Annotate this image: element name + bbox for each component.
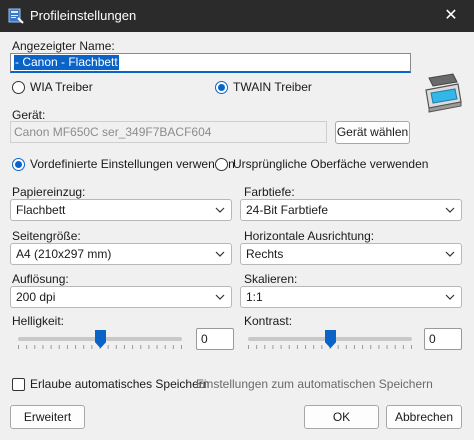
brightness-value-input[interactable]: 0 xyxy=(196,328,234,350)
scanner-icon xyxy=(425,73,462,113)
name-label: Angezeigter Name: xyxy=(12,39,115,53)
close-button[interactable]: ✕ xyxy=(428,0,474,32)
color-depth-value: 24-Bit Farbtiefe xyxy=(246,203,329,217)
scale-select[interactable]: 1:1 xyxy=(240,286,462,308)
device-field: Canon MF650C ser_349F7BACF604 xyxy=(10,121,327,143)
advanced-button[interactable]: Erweitert xyxy=(10,405,85,429)
paper-source-label: Papiereinzug: xyxy=(12,185,86,199)
device-label: Gerät: xyxy=(12,108,46,122)
brightness-label: Helligkeit: xyxy=(12,314,65,328)
page-size-select[interactable]: A4 (210x297 mm) xyxy=(10,243,232,265)
predefined-settings-radio[interactable] xyxy=(12,158,25,171)
paper-source-value: Flachbett xyxy=(16,203,66,217)
autosave-settings-link[interactable]: Einstellungen zum automatischen Speicher… xyxy=(196,377,433,391)
h-align-value: Rechts xyxy=(246,247,284,261)
color-depth-select[interactable]: 24-Bit Farbtiefe xyxy=(240,199,462,221)
native-ui-label: Ursprüngliche Oberfäche verwenden xyxy=(233,157,429,171)
chevron-down-icon xyxy=(445,251,455,257)
cancel-button[interactable]: Abbrechen xyxy=(386,405,462,429)
predefined-settings-label: Vordefinierte Einstellungen verwenden xyxy=(30,157,235,171)
choose-device-button[interactable]: Gerät wählen xyxy=(335,121,410,144)
resolution-select[interactable]: 200 dpi xyxy=(10,286,232,308)
page-size-value: A4 (210x297 mm) xyxy=(16,247,112,261)
chevron-down-icon xyxy=(445,294,455,300)
paper-source-select[interactable]: Flachbett xyxy=(10,199,232,221)
scanner-app-icon xyxy=(8,8,24,24)
resolution-value: 200 dpi xyxy=(16,290,56,304)
page-size-label: Seitengröße: xyxy=(12,229,81,243)
display-name-input[interactable]: - Canon - Flachbett xyxy=(10,53,411,73)
contrast-value-input[interactable]: 0 xyxy=(424,328,462,350)
display-name-value: - Canon - Flachbett xyxy=(14,55,119,70)
h-align-label: Horizontale Ausrichtung: xyxy=(244,229,375,243)
color-depth-label: Farbtiefe: xyxy=(244,185,295,199)
native-ui-radio[interactable] xyxy=(215,158,228,171)
autosave-checkbox[interactable] xyxy=(12,378,25,391)
ok-button[interactable]: OK xyxy=(304,405,379,429)
h-align-select[interactable]: Rechts xyxy=(240,243,462,265)
close-icon: ✕ xyxy=(444,7,458,24)
contrast-slider-thumb[interactable] xyxy=(324,330,336,348)
contrast-label: Kontrast: xyxy=(244,314,293,328)
scale-label: Skalieren: xyxy=(244,272,298,286)
chevron-down-icon xyxy=(215,294,225,300)
twain-driver-radio[interactable] xyxy=(215,81,228,94)
scale-value: 1:1 xyxy=(246,290,263,304)
chevron-down-icon xyxy=(215,251,225,257)
chevron-down-icon xyxy=(445,207,455,213)
wia-driver-radio[interactable] xyxy=(12,81,25,94)
wia-driver-label: WIA Treiber xyxy=(30,80,93,94)
brightness-slider-thumb[interactable] xyxy=(94,330,106,348)
chevron-down-icon xyxy=(215,207,225,213)
twain-driver-label: TWAIN Treiber xyxy=(233,80,312,94)
resolution-label: Auflösung: xyxy=(12,272,69,286)
title-bar: Profileinstellungen ✕ xyxy=(0,0,474,32)
window-title: Profileinstellungen xyxy=(30,8,137,23)
autosave-checkbox-label: Erlaube automatisches Speichern xyxy=(30,377,210,391)
